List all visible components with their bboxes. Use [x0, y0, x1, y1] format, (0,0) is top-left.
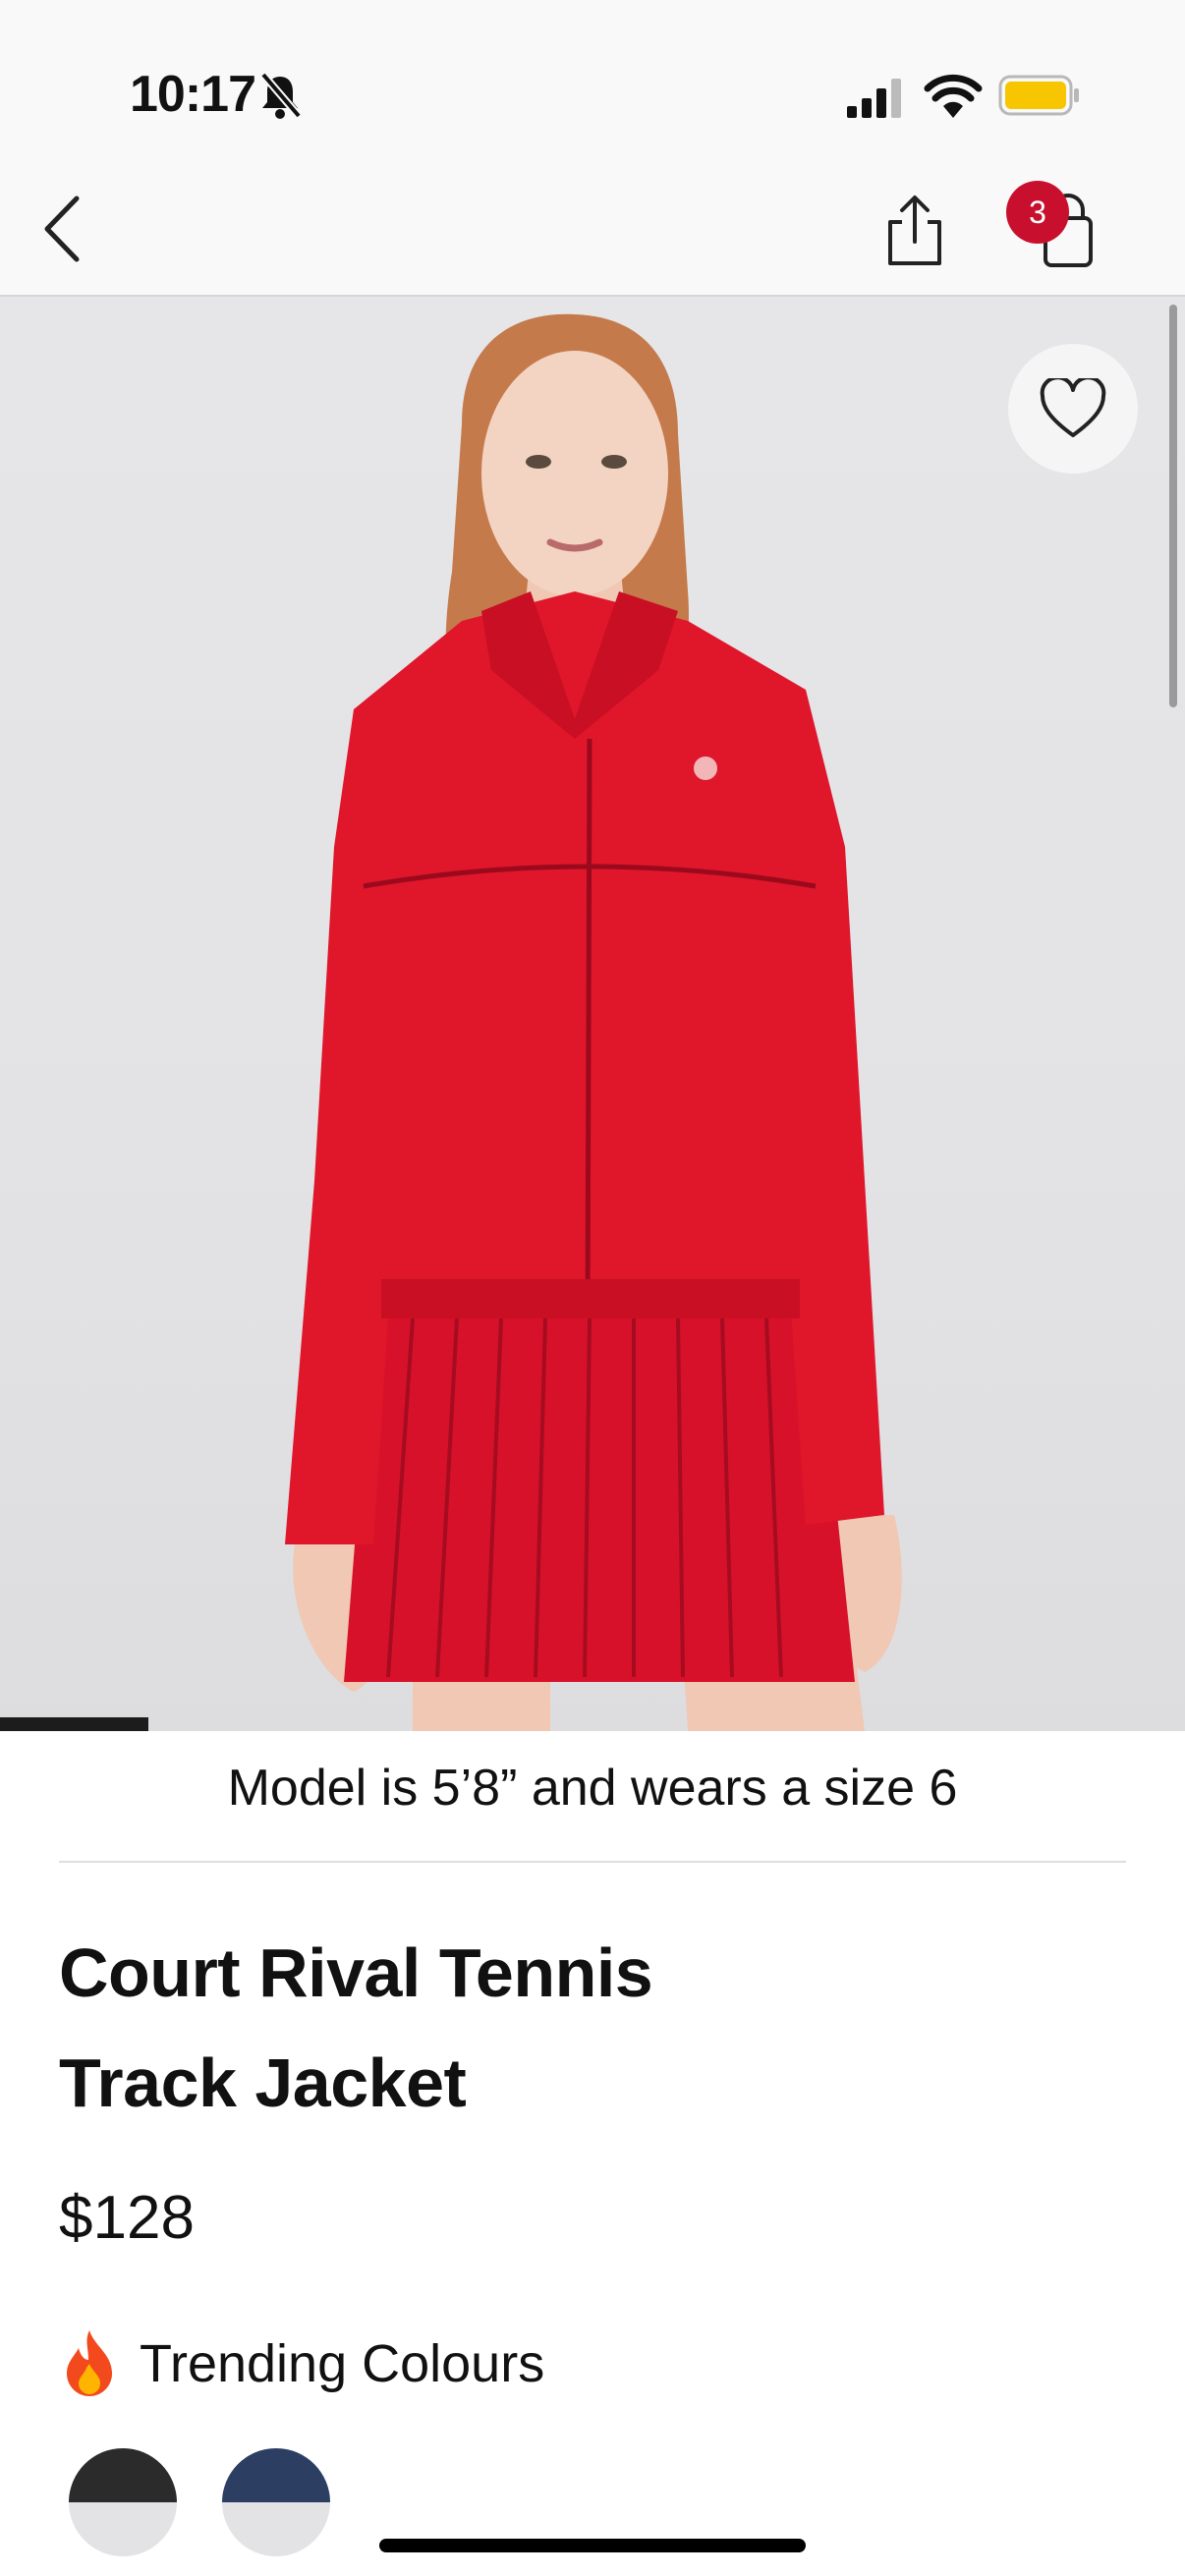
- model-size-note: Model is 5’8” and wears a size 6: [227, 1760, 958, 1817]
- swatch-base: [69, 2502, 177, 2556]
- trending-colours-label: Trending Colours: [140, 2334, 545, 2393]
- signal-icon: [847, 79, 901, 118]
- bell-slash-icon: [259, 72, 303, 119]
- back-chevron-icon[interactable]: [39, 193, 88, 265]
- favorite-button[interactable]: [1008, 344, 1138, 474]
- swatch-colour: [69, 2448, 177, 2502]
- colour-swatch-black[interactable]: [69, 2448, 177, 2556]
- battery-icon: [998, 75, 1079, 116]
- home-indicator: [379, 2539, 806, 2552]
- product-title-line2: Track Jacket: [59, 2044, 467, 2121]
- image-scroll-indicator: [1169, 305, 1177, 707]
- cart-count-badge[interactable]: 3: [1006, 181, 1069, 244]
- product-title: Court Rival Tennis Track Jacket: [59, 1918, 845, 2138]
- nav-bar: [0, 177, 1185, 297]
- colour-swatch-navy[interactable]: [222, 2448, 330, 2556]
- share-icon[interactable]: [880, 193, 949, 267]
- status-time: 10:17: [130, 66, 256, 123]
- swatch-colour: [222, 2448, 330, 2502]
- product-price: $128: [59, 2184, 195, 2252]
- product-image[interactable]: [0, 297, 1185, 1731]
- swatch-base: [222, 2502, 330, 2556]
- carousel-progress: [0, 1717, 148, 1731]
- heart-icon: [1040, 378, 1106, 437]
- wifi-icon: [924, 74, 983, 118]
- divider: [59, 1861, 1126, 1863]
- product-title-line1: Court Rival Tennis: [59, 1934, 653, 2011]
- fire-icon: [67, 2330, 112, 2396]
- trending-colours-heading: Trending Colours: [59, 2328, 544, 2399]
- model-photo: [285, 313, 902, 1731]
